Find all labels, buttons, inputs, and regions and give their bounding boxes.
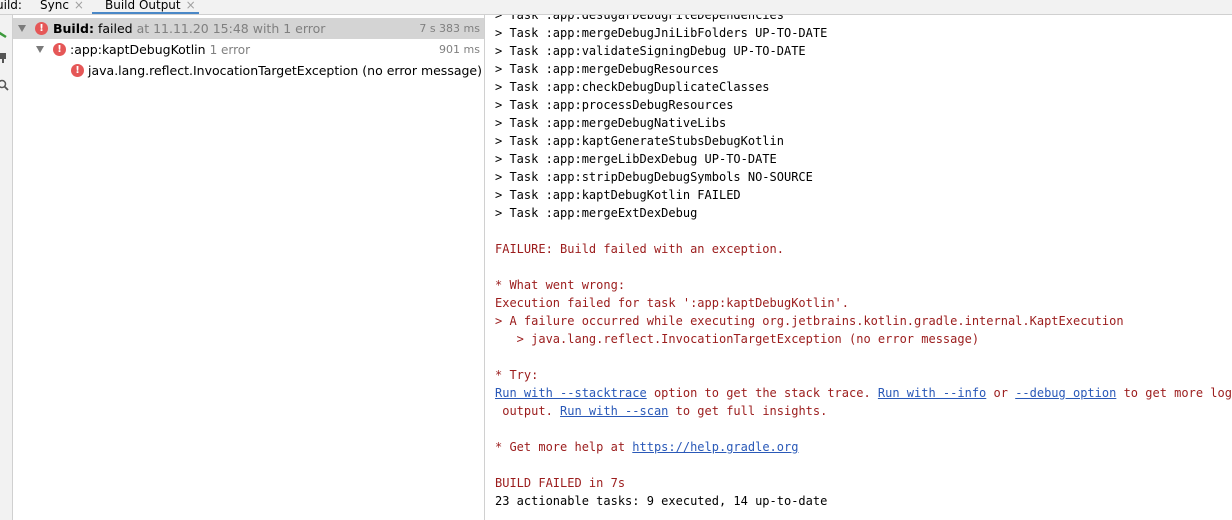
error-detail-line: > A failure occurred while executing org… <box>495 314 1124 328</box>
tool-window-tab-bar: uild: Sync × Build Output × <box>0 0 1232 15</box>
try-suggestion-line: output. Run with --scan to get full insi… <box>495 404 828 418</box>
error-icon: ! <box>35 22 48 35</box>
failure-message: FAILURE: Build failed with an exception. <box>495 242 784 256</box>
console-line: > Task :app:processDebugResources <box>495 98 734 112</box>
error-detail-line: > java.lang.reflect.InvocationTargetExce… <box>495 332 980 346</box>
chevron-down-icon[interactable] <box>36 46 44 53</box>
build-toolbar <box>0 15 13 520</box>
error-icon: ! <box>71 64 84 77</box>
close-icon[interactable]: × <box>74 0 84 12</box>
tree-row-label: :app:kaptDebugKotlin 1 error <box>70 42 251 57</box>
console-line: > Task :app:stripDebugDebugSymbols NO-SO… <box>495 170 813 184</box>
filter-icon[interactable] <box>0 77 10 91</box>
console-line: > Task :app:kaptDebugKotlin FAILED <box>495 188 741 202</box>
console-line: > Task :app:kaptGenerateStubsDebugKotlin <box>495 134 784 148</box>
try-heading: * Try: <box>495 368 539 382</box>
tree-row-label: java.lang.reflect.InvocationTargetExcept… <box>88 63 482 78</box>
console-line: > Task :app:mergeExtDexDebug <box>495 206 698 220</box>
build-tree: ! Build: failed at 11.11.20 15:48 with 1… <box>13 15 484 520</box>
what-went-wrong-heading: * What went wrong: <box>495 278 626 292</box>
task-summary: 23 actionable tasks: 9 executed, 14 up-t… <box>495 494 828 508</box>
tree-row-error[interactable]: ! java.lang.reflect.InvocationTargetExce… <box>13 60 484 81</box>
tab-sync[interactable]: Sync × <box>40 0 84 14</box>
debug-link[interactable]: --debug option <box>1015 386 1116 400</box>
console-line: > Task :app:mergeLibDexDebug UP-TO-DATE <box>495 152 777 166</box>
help-line: * Get more help at https://help.gradle.o… <box>495 440 799 454</box>
build-output-console[interactable]: > Task :app:desugarDebugFileDependencies… <box>485 15 1232 520</box>
rerun-icon[interactable] <box>0 27 10 41</box>
close-icon[interactable]: × <box>186 0 196 12</box>
info-link[interactable]: Run with --info <box>878 386 986 400</box>
tab-sync-label: Sync <box>40 0 69 12</box>
gradle-help-link[interactable]: https://help.gradle.org <box>632 440 798 454</box>
error-detail-line: Execution failed for task ':app:kaptDebu… <box>495 296 850 310</box>
console-line: > Task :app:mergeDebugJniLibFolders UP-T… <box>495 26 828 40</box>
task-duration: 901 ms <box>439 43 480 56</box>
build-duration: 7 s 383 ms <box>419 22 480 35</box>
console-line: > Task :app:checkDebugDuplicateClasses <box>495 80 770 94</box>
console-line: > Task :app:mergeDebugNativeLibs <box>495 116 727 130</box>
console-line: > Task :app:validateSigningDebug UP-TO-D… <box>495 44 806 58</box>
scan-link[interactable]: Run with --scan <box>560 404 668 418</box>
tree-row-label: Build: failed at 11.11.20 15:48 with 1 e… <box>53 21 326 36</box>
stacktrace-link[interactable]: Run with --stacktrace <box>495 386 647 400</box>
try-suggestion-line: Run with --stacktrace option to get the … <box>495 386 1232 400</box>
console-line: > Task :app:desugarDebugFileDependencies <box>495 15 784 22</box>
chevron-down-icon[interactable] <box>18 25 26 32</box>
build-failed-message: BUILD FAILED in 7s <box>495 476 626 490</box>
tab-build-output-label: Build Output <box>105 0 181 12</box>
pin-icon[interactable] <box>0 49 10 63</box>
tree-row-build[interactable]: ! Build: failed at 11.11.20 15:48 with 1… <box>13 18 484 39</box>
error-icon: ! <box>53 43 66 56</box>
console-line: > Task :app:mergeDebugResources <box>495 62 719 76</box>
build-window-label: uild: <box>0 0 22 12</box>
tree-row-task[interactable]: ! :app:kaptDebugKotlin 1 error 901 ms <box>13 39 484 60</box>
